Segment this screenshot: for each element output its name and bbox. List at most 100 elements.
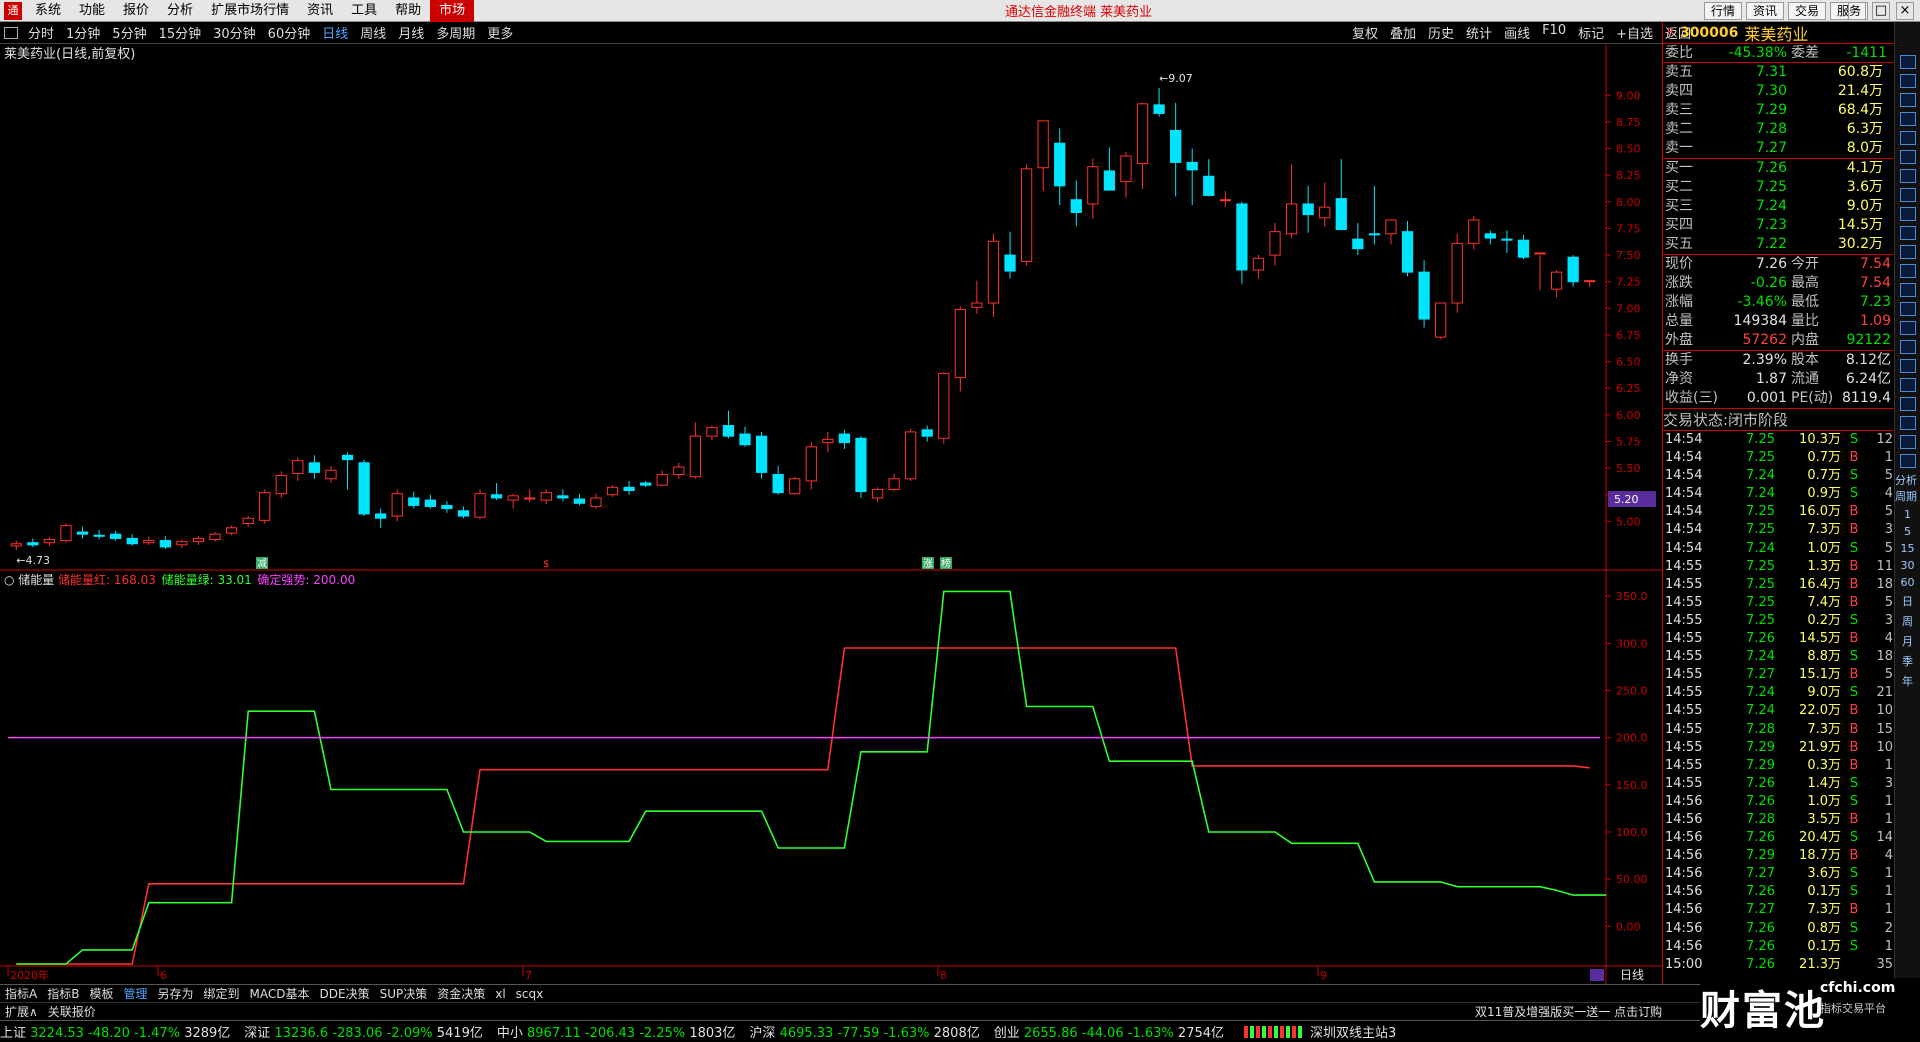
side-tool-icon[interactable] bbox=[1899, 358, 1916, 373]
period-8[interactable]: 月线 bbox=[392, 23, 430, 42]
side-tool-icon[interactable] bbox=[1899, 301, 1916, 316]
period-2[interactable]: 5分钟 bbox=[106, 23, 152, 42]
menu-item-7[interactable]: 帮助 bbox=[386, 0, 430, 22]
bid-row[interactable]: 买二 7.25 3.6万 bbox=[1663, 178, 1894, 197]
bid-row[interactable]: 买四 7.23 14.5万 bbox=[1663, 216, 1894, 235]
side-tool-icon[interactable] bbox=[1899, 130, 1916, 145]
side-label-2[interactable]: 5 bbox=[1904, 525, 1911, 538]
period-10[interactable]: 更多 bbox=[481, 23, 519, 42]
side-label-0[interactable]: 分析周期 bbox=[1895, 472, 1920, 504]
tool-4[interactable]: 画线 bbox=[1498, 23, 1536, 42]
close-icon[interactable]: × bbox=[1896, 1, 1914, 20]
period-4[interactable]: 30分钟 bbox=[207, 23, 262, 42]
side-label-9[interactable]: 季 bbox=[1902, 653, 1913, 669]
tool-7[interactable]: +自选 bbox=[1610, 23, 1659, 42]
index-item[interactable]: 中小 8967.11 -206.43 -2.25% 1803亿 bbox=[497, 1022, 736, 1041]
minimize-icon[interactable]: – bbox=[1848, 1, 1866, 20]
side-tool-icon[interactable] bbox=[1899, 73, 1916, 88]
menu-item-2[interactable]: 报价 bbox=[114, 0, 158, 22]
period-3[interactable]: 15分钟 bbox=[153, 23, 208, 42]
side-tool-icon[interactable] bbox=[1899, 54, 1916, 69]
station-label[interactable]: 深圳双线主站3 bbox=[1310, 1022, 1396, 1041]
period-6[interactable]: 日线 bbox=[316, 23, 354, 42]
maximize-icon[interactable]: □ bbox=[1872, 1, 1890, 20]
indicator-tab-11[interactable]: scqx bbox=[511, 987, 549, 1001]
indicator-tab-9[interactable]: 资金决策 bbox=[432, 985, 490, 1002]
indicator-tab-5[interactable]: 绑定到 bbox=[199, 985, 245, 1002]
indicator-tab-8[interactable]: SUP决策 bbox=[375, 985, 433, 1002]
period-0[interactable]: 分时 bbox=[22, 23, 60, 42]
indicator-tab-1[interactable]: 指标B bbox=[42, 985, 84, 1002]
side-tool-icon[interactable] bbox=[1899, 320, 1916, 335]
period-5[interactable]: 60分钟 bbox=[262, 23, 317, 42]
indicator-tab-3[interactable]: 管理 bbox=[118, 985, 152, 1002]
side-tool-icon[interactable] bbox=[1899, 244, 1916, 259]
side-label-4[interactable]: 30 bbox=[1901, 559, 1915, 572]
index-item[interactable]: 上证 3224.53 -48.20 -1.47% 3289亿 bbox=[0, 1022, 230, 1041]
tool-3[interactable]: 统计 bbox=[1460, 23, 1498, 42]
index-item[interactable]: 深证 13236.6 -283.06 -2.09% 5419亿 bbox=[244, 1022, 483, 1041]
indicator-tab-4[interactable]: 另存为 bbox=[152, 985, 198, 1002]
side-tool-icon[interactable] bbox=[1899, 282, 1916, 297]
bid-row[interactable]: 买五 7.22 30.2万 bbox=[1663, 235, 1894, 254]
ask-row[interactable]: 卖三 7.29 68.4万 bbox=[1663, 101, 1894, 120]
side-label-7[interactable]: 周 bbox=[1902, 613, 1913, 629]
side-label-10[interactable]: 年 bbox=[1902, 673, 1913, 689]
period-7[interactable]: 周线 bbox=[354, 23, 392, 42]
menu-item-5[interactable]: 资讯 bbox=[298, 0, 342, 22]
tool-5[interactable]: F10 bbox=[1536, 23, 1572, 42]
indicator-tab-0[interactable]: 指标A bbox=[0, 985, 42, 1002]
indicator-tab-10[interactable]: xl bbox=[490, 987, 510, 1001]
side-label-8[interactable]: 月 bbox=[1902, 633, 1913, 649]
panel-toggle-icon[interactable] bbox=[4, 26, 18, 39]
indicator-tab-7[interactable]: DDE决策 bbox=[315, 985, 375, 1002]
news-ticker[interactable]: 双11普及增强版买一送一 点击订购 bbox=[1470, 1003, 1667, 1020]
period-9[interactable]: 多周期 bbox=[430, 23, 481, 42]
bid-row[interactable]: 买一 7.26 4.1万 bbox=[1663, 159, 1894, 178]
side-label-5[interactable]: 60 bbox=[1901, 576, 1915, 589]
tool-0[interactable]: 复权 bbox=[1346, 23, 1384, 42]
side-tool-icon[interactable] bbox=[1899, 225, 1916, 240]
tool-2[interactable]: 历史 bbox=[1422, 23, 1460, 42]
side-tool-icon[interactable] bbox=[1899, 415, 1916, 430]
menu-item-6[interactable]: 工具 bbox=[342, 0, 386, 22]
menu-item-1[interactable]: 功能 bbox=[70, 0, 114, 22]
bottom-item-0[interactable]: 扩展∧ bbox=[0, 1003, 43, 1020]
side-label-6[interactable]: 日 bbox=[1902, 593, 1913, 609]
menu-item-0[interactable]: 系统 bbox=[26, 0, 70, 22]
tool-6[interactable]: 标记 bbox=[1572, 23, 1610, 42]
side-tool-icon[interactable] bbox=[1899, 339, 1916, 354]
side-tool-icon[interactable] bbox=[1899, 92, 1916, 107]
period-1[interactable]: 1分钟 bbox=[60, 23, 106, 42]
side-tool-icon[interactable] bbox=[1899, 453, 1916, 468]
side-tool-icon[interactable] bbox=[1899, 434, 1916, 449]
scroll-end-button[interactable] bbox=[1590, 969, 1604, 981]
bid-row[interactable]: 买三 7.24 9.0万 bbox=[1663, 197, 1894, 216]
side-label-1[interactable]: 1 bbox=[1904, 508, 1911, 521]
ask-row[interactable]: 卖一 7.27 8.0万 bbox=[1663, 139, 1894, 158]
bottom-item-1[interactable]: 关联报价 bbox=[43, 1003, 101, 1020]
indicator-tab-6[interactable]: MACD基本 bbox=[245, 985, 315, 1002]
side-tool-icon[interactable] bbox=[1899, 168, 1916, 183]
ask-row[interactable]: 卖五 7.31 60.8万 bbox=[1663, 63, 1894, 82]
side-tool-icon[interactable] bbox=[1899, 187, 1916, 202]
index-item[interactable]: 创业 2655.86 -44.06 -1.63% 2754亿 bbox=[994, 1022, 1224, 1041]
indicator-tab-2[interactable]: 模板 bbox=[84, 985, 118, 1002]
side-tool-icon[interactable] bbox=[1899, 149, 1916, 164]
side-tool-icon[interactable] bbox=[1899, 263, 1916, 278]
menu-market[interactable]: 市场 bbox=[430, 0, 475, 22]
ask-row[interactable]: 卖四 7.30 21.4万 bbox=[1663, 82, 1894, 101]
index-item[interactable]: 沪深 4695.33 -77.59 -1.63% 2808亿 bbox=[749, 1022, 979, 1041]
menu-item-3[interactable]: 分析 bbox=[158, 0, 202, 22]
menu-right-0[interactable]: 行情 bbox=[1704, 1, 1743, 20]
menu-right-2[interactable]: 交易 bbox=[1788, 1, 1827, 20]
tool-1[interactable]: 叠加 bbox=[1384, 23, 1422, 42]
side-tool-icon[interactable] bbox=[1899, 111, 1916, 126]
menu-right-1[interactable]: 资讯 bbox=[1746, 1, 1785, 20]
side-tool-icon[interactable] bbox=[1899, 396, 1916, 411]
side-tool-icon[interactable] bbox=[1899, 377, 1916, 392]
side-tool-icon[interactable] bbox=[1899, 206, 1916, 221]
tick-list[interactable]: 14:54 7.25 10.3万 S 12 14:54 7.25 0.7万 B 1 14:54 7.2… bbox=[1663, 431, 1894, 974]
chart-area[interactable]: 莱美药业(日线,前复权) 9.00 8.75 8.50 8.25 8.00 7.75 7.50… bbox=[0, 44, 1662, 984]
side-label-3[interactable]: 15 bbox=[1901, 542, 1915, 555]
